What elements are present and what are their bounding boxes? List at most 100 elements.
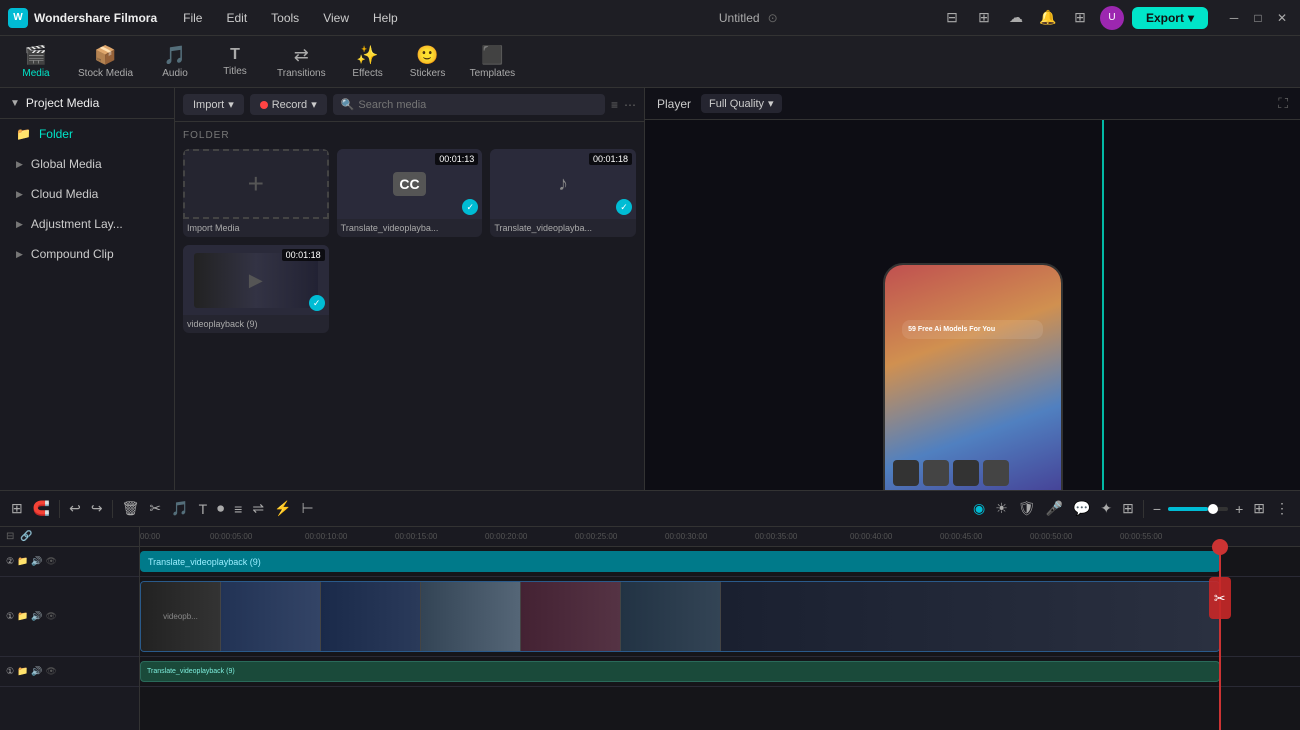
tool-stickers[interactable]: 🙂 Stickers xyxy=(400,41,456,83)
menu-help[interactable]: Help xyxy=(363,7,408,29)
ruler-mark-40s: 00:00:40:00 xyxy=(850,532,892,541)
card1-thumb: 00:01:13 CC ✓ xyxy=(337,149,483,219)
grid-layout-icon[interactable]: ⊞ xyxy=(1250,497,1268,520)
expand-arrow-icon: ▶ xyxy=(16,159,23,170)
track-mute-icon[interactable]: 🔊 xyxy=(31,666,42,677)
minimize-button[interactable]: ─ xyxy=(1224,8,1244,28)
track-eye-icon[interactable]: 👁 xyxy=(46,611,57,622)
import-button[interactable]: Import ▾ xyxy=(183,94,244,115)
zoom-out-button[interactable]: − xyxy=(1150,498,1164,520)
import-media-card[interactable]: + Import Media xyxy=(183,149,329,237)
audio-clip-bar[interactable]: Translate_videoplayback (9) xyxy=(140,551,1220,572)
expand-arrow-icon: ▶ xyxy=(16,249,23,260)
menu-file[interactable]: File xyxy=(173,7,212,29)
ruler-mark-15s: 00:00:15:00 xyxy=(395,532,437,541)
folder-item-adjustment[interactable]: ▶ Adjustment Lay... xyxy=(4,211,170,237)
cloud-icon[interactable]: ☁ xyxy=(1004,6,1028,30)
split-icon[interactable]: ⊢ xyxy=(299,497,317,520)
track-label-2: ② 📁 🔊 👁 xyxy=(0,547,139,577)
user-avatar[interactable]: U xyxy=(1100,6,1124,30)
track-add-icon[interactable]: 📁 xyxy=(17,666,28,677)
folder-item-cloud-media[interactable]: ▶ Cloud Media xyxy=(4,181,170,207)
audio-detach-icon[interactable]: 🎵 xyxy=(168,497,191,520)
folder-item-folder[interactable]: 📁 Folder xyxy=(4,121,170,147)
more-options-icon[interactable]: ⋮ xyxy=(1272,497,1292,520)
menu-view[interactable]: View xyxy=(313,7,359,29)
media-icon: 🎬 xyxy=(25,45,47,66)
search-input[interactable] xyxy=(358,99,597,111)
fullscreen-icon[interactable]: ⛶ xyxy=(1278,95,1288,112)
audio-waveform-bar[interactable]: Translate_videoplayback (9) xyxy=(140,661,1220,682)
ruler-mark-35s: 00:00:35:00 xyxy=(755,532,797,541)
record-button[interactable]: Record ▾ xyxy=(250,94,327,115)
ruler-mark-0: 00:00 xyxy=(140,532,160,541)
bell-icon[interactable]: 🔔 xyxy=(1036,6,1060,30)
track-add-icon[interactable]: 📁 xyxy=(17,611,28,622)
maximize-button[interactable]: □ xyxy=(1248,8,1268,28)
color-wheel-icon[interactable]: ◉ xyxy=(970,497,988,520)
delete-button[interactable]: 🗑 xyxy=(119,497,143,520)
search-bar[interactable]: 🔍 xyxy=(333,94,605,115)
tool-audio[interactable]: 🎵 Audio xyxy=(147,41,203,83)
menu-tools[interactable]: Tools xyxy=(261,7,309,29)
more-options-icon[interactable]: ⋯ xyxy=(624,98,636,112)
track-eye-icon[interactable]: 👁 xyxy=(46,666,57,677)
export-dropdown-icon: ▾ xyxy=(1188,11,1194,25)
quality-select[interactable]: Full Quality ▾ xyxy=(701,94,782,113)
tool-transitions[interactable]: ⇄ Transitions xyxy=(267,41,336,83)
redo-button[interactable]: ↪ xyxy=(88,497,106,520)
save-icon[interactable]: ⊟ xyxy=(940,6,964,30)
timeline-controls-row: ⊟ 🔗 xyxy=(0,527,139,547)
video-clip-bar[interactable]: videopb... xyxy=(140,581,1220,652)
tool-titles[interactable]: T Titles xyxy=(207,42,263,81)
apps-icon[interactable]: ⊞ xyxy=(1068,6,1092,30)
menu-edit[interactable]: Edit xyxy=(216,7,257,29)
close-button[interactable]: ✕ xyxy=(1272,8,1292,28)
scissors-button[interactable]: ✂ xyxy=(146,497,164,520)
undo-button[interactable]: ↩ xyxy=(66,497,84,520)
media-card-3[interactable]: 00:01:18 ▶ ✓ videoplayback (9) xyxy=(183,245,329,333)
ai-icon[interactable]: ✦ xyxy=(1097,497,1115,520)
media-card-1[interactable]: 00:01:13 CC ✓ Translate_videoplayba... xyxy=(337,149,483,237)
effect-icon[interactable]: ⚡ xyxy=(271,497,294,520)
track-row-1-audio: Translate_videoplayback (9) xyxy=(140,657,1300,687)
ruler-mark-10s: 00:00:10:00 xyxy=(305,532,347,541)
shield-icon[interactable]: 🛡 xyxy=(1015,497,1039,520)
export-button[interactable]: Export ▾ xyxy=(1132,7,1208,29)
tool-stock-media[interactable]: 📦 Stock Media xyxy=(68,41,143,83)
zoom-in-button[interactable]: + xyxy=(1232,498,1246,520)
folder-item-compound-clip[interactable]: ▶ Compound Clip xyxy=(4,241,170,267)
folder-item-global-media[interactable]: ▶ Global Media xyxy=(4,151,170,177)
grid-icon[interactable]: ⊞ xyxy=(972,6,996,30)
split-view-icon[interactable]: ⊞ xyxy=(8,497,26,520)
extract-icon[interactable]: ⊞ xyxy=(1119,497,1137,520)
tool-templates[interactable]: ⬛ Templates xyxy=(460,41,526,83)
tool-effects[interactable]: ✨ Effects xyxy=(340,41,396,83)
timeline-toolbar: ⊞ 🧲 ↩ ↪ 🗑 ✂ 🎵 T ⏺ ≡ ⇌ ⚡ ⊢ ◉ ☀ 🛡 🎤 💬 ✦ ⊞ xyxy=(0,491,1300,527)
media-card-2[interactable]: 00:01:18 ♪ ✓ Translate_videoplayba... xyxy=(490,149,636,237)
track-eye-icon[interactable]: 👁 xyxy=(46,556,57,567)
track-add-icon[interactable]: 📁 xyxy=(17,556,28,567)
zoom-slider[interactable] xyxy=(1168,507,1228,511)
tool-media[interactable]: 🎬 Media xyxy=(8,41,64,83)
speech-icon[interactable]: 💬 xyxy=(1070,497,1093,520)
link-icon[interactable]: 🔗 xyxy=(20,531,32,542)
timeline-in-out-icon[interactable]: ⊟ xyxy=(6,531,14,542)
card3-check-icon: ✓ xyxy=(309,295,325,311)
expand-arrow-icon: ▶ xyxy=(16,189,23,200)
ruler-mark-5s: 00:00:05:00 xyxy=(210,532,252,541)
mic-icon[interactable]: 🎤 xyxy=(1043,497,1066,520)
record-button[interactable]: ⏺ xyxy=(214,497,227,520)
transition-icon[interactable]: ⇌ xyxy=(249,497,267,520)
magnet-icon[interactable]: 🧲 xyxy=(30,497,53,520)
text-button[interactable]: T xyxy=(196,498,211,520)
audio-adjust-icon[interactable]: ≡ xyxy=(231,498,245,520)
track-mute-icon[interactable]: 🔊 xyxy=(31,556,42,567)
track-mute-icon[interactable]: 🔊 xyxy=(31,611,42,622)
zoom-thumb[interactable] xyxy=(1208,504,1218,514)
sun-icon[interactable]: ☀ xyxy=(992,497,1011,520)
project-media-header: ▼ Project Media xyxy=(0,88,174,119)
search-icon: 🔍 xyxy=(341,98,355,111)
filter-icon[interactable]: ≡ xyxy=(611,98,618,112)
timeline-right-controls: ◉ ☀ 🛡 🎤 💬 ✦ ⊞ − + ⊞ ⋮ xyxy=(970,497,1292,520)
